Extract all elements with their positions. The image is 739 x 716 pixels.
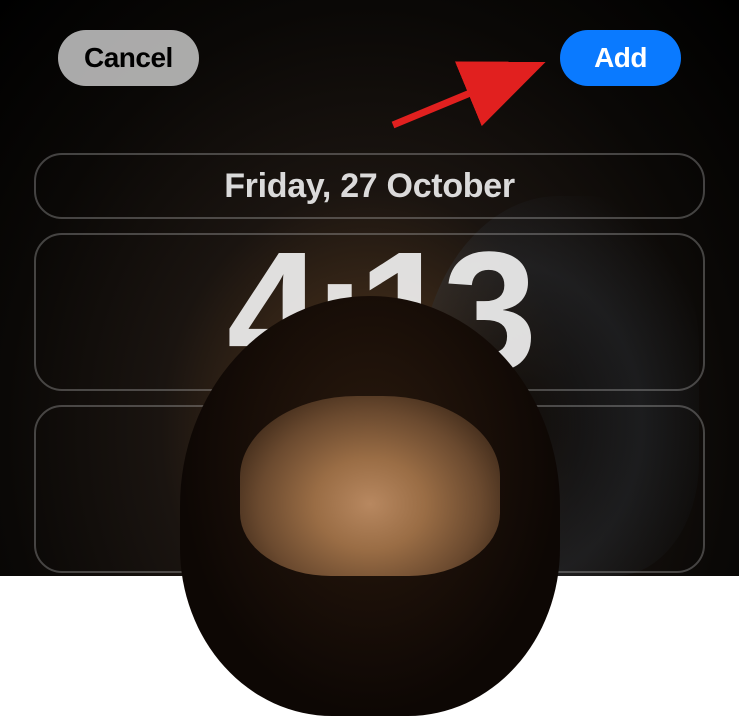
add-button[interactable]: Add <box>560 30 681 86</box>
date-text: Friday, 27 October <box>224 167 515 206</box>
cancel-button[interactable]: Cancel <box>58 30 199 86</box>
wallpaper-subject-face <box>240 396 500 576</box>
date-widget[interactable]: Friday, 27 October <box>34 153 705 219</box>
editor-header: Cancel Add <box>0 30 739 86</box>
